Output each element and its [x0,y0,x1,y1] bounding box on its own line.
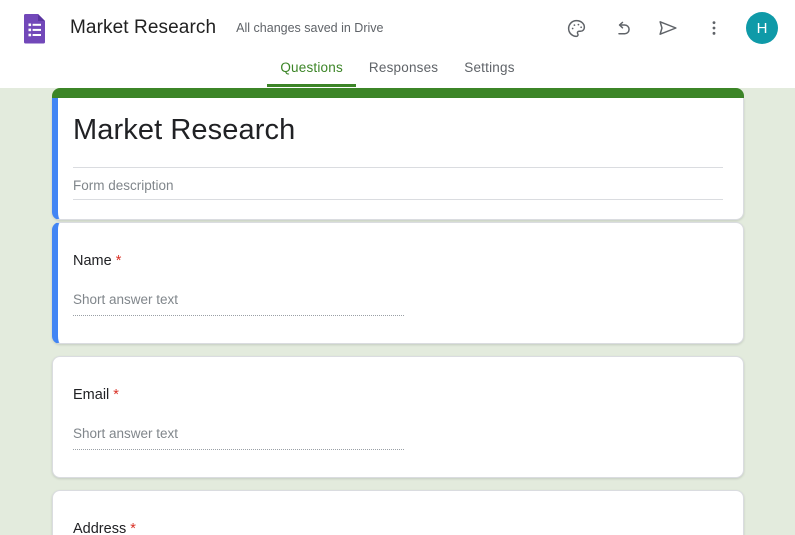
document-title[interactable]: Market Research [70,17,216,39]
send-button[interactable] [648,8,688,48]
form-theme-bar [52,88,744,98]
form-header-card[interactable]: Market Research Form description [52,98,744,220]
avatar[interactable]: H [746,12,778,44]
question-label-text: Address [73,521,127,535]
form-title[interactable]: Market Research [73,114,295,147]
undo-button[interactable] [602,8,642,48]
question-card-email[interactable]: Email * Short answer text [52,356,744,478]
form-description-input[interactable]: Form description [73,178,174,193]
form-title-underline [73,167,723,168]
form-canvas: Market Research Form description Name * S… [0,88,795,535]
answer-underline-name [73,315,404,316]
answer-placeholder-email: Short answer text [73,426,179,441]
more-vert-icon [704,18,724,38]
question-title-name[interactable]: Name * [73,253,121,269]
answer-underline-email [73,449,404,450]
question-card-address[interactable]: Address* Short answer text [52,490,744,535]
undo-icon [612,18,633,39]
question-label-text: Email [73,387,110,403]
app-bar: Market Research All changes saved in Dri… [0,0,795,88]
answer-placeholder-name: Short answer text [73,292,179,307]
question-title-address[interactable]: Address * [73,521,136,535]
question-label-text: Name [73,253,112,269]
form-description-underline [73,199,723,200]
app-bar-actions: H [553,0,787,56]
tab-questions[interactable]: Questions [267,56,356,87]
question-title-email[interactable]: Email * [73,387,119,403]
required-asterisk: * [115,253,122,269]
app-bar-row: Market Research All changes saved in Dri… [0,0,795,56]
required-asterisk: * [130,521,136,535]
tab-bar: Questions Responses Settings [0,56,795,88]
more-button[interactable] [694,8,734,48]
question-card-name[interactable]: Name * Short answer text [52,222,744,344]
required-asterisk: * [113,387,119,403]
send-icon [657,17,679,39]
theme-button[interactable] [556,8,596,48]
palette-icon [566,18,587,39]
tab-responses[interactable]: Responses [356,56,451,87]
google-forms-icon[interactable] [18,11,52,45]
tab-settings[interactable]: Settings [451,56,527,87]
save-status-text: All changes saved in Drive [236,21,384,35]
